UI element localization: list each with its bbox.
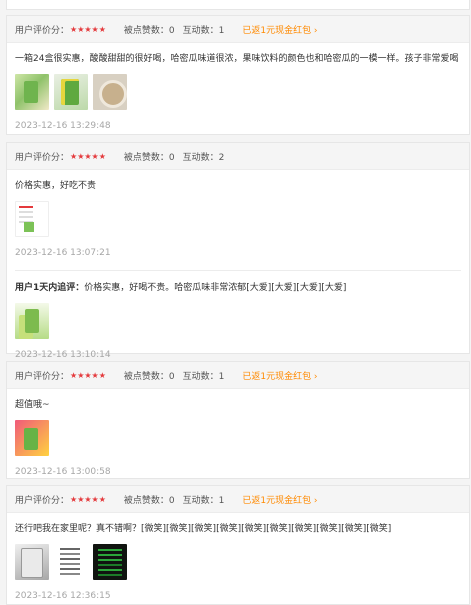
review-header: 用户评价分： ★★★★★ 被点赞数：0 互动数：2: [7, 143, 469, 170]
review-date: 2023-12-16 12:36:15: [15, 591, 111, 601]
rating-label: 用户评价分：: [15, 495, 70, 506]
like-count: 被点赞数：0: [123, 371, 175, 382]
followup-review: 用户1天内追评：价格实惠，好喝不贵。哈密瓜味非常浓郁[大爱][大爱][大爱][大…: [15, 281, 461, 295]
rating-label: 用户评价分：: [15, 152, 70, 163]
review-date: 2023-12-16 13:07:21: [15, 248, 111, 258]
review-date: 2023-12-16 13:29:48: [15, 121, 111, 131]
review-header: 用户评价分： ★★★★★ 被点赞数：0 互动数：1 已返1元现金红包 ›: [7, 16, 469, 43]
review-text: 还行吧我在家里呢？真不错啊？[微笑][微笑][微笑][微笑][微笑][微笑][微…: [15, 524, 392, 534]
review-images: [15, 420, 461, 456]
review-header: 用户评价分： ★★★★★ 被点赞数：0 互动数：1 已返1元现金红包 ›: [7, 486, 469, 513]
review-card: 用户评价分： ★★★★★ 被点赞数：0 互动数：1 已返1元现金红包 › 超值哦…: [6, 361, 470, 479]
review-image[interactable]: [54, 544, 88, 580]
followup-title: 用户1天内追评：: [15, 283, 85, 293]
review-card: 用户评价分： ★★★★★ 被点赞数：0 互动数：2 价格实惠，好吃不贵 2023…: [6, 142, 470, 360]
review-image[interactable]: [93, 544, 127, 580]
star-rating-icon: ★★★★★: [70, 494, 106, 504]
cashback-link[interactable]: 已返1元现金红包 ›: [242, 369, 317, 382]
star-rating-icon: ★★★★★: [70, 24, 106, 34]
divider: [15, 270, 461, 271]
like-count: 被点赞数：0: [123, 495, 175, 506]
review-image[interactable]: [15, 420, 49, 456]
review-image[interactable]: [93, 74, 127, 110]
review-text: 一箱24盒很实惠，酸酸甜甜的很好喝，哈密瓜味道很浓，果味饮料的颜色也和哈密瓜的一…: [15, 54, 459, 64]
review-image[interactable]: [15, 544, 49, 580]
like-count: 被点赞数：0: [123, 25, 175, 36]
cashback-link[interactable]: 已返1元现金红包 ›: [242, 23, 317, 36]
review-images: [15, 544, 461, 580]
interaction-count: 互动数：1: [182, 371, 225, 382]
rating-label: 用户评价分：: [15, 371, 70, 382]
interaction-count: 互动数：1: [182, 25, 225, 36]
rating-label: 用户评价分：: [15, 25, 70, 36]
review-image[interactable]: [54, 74, 88, 110]
followup-date: 2023-12-16 13:10:14: [15, 350, 111, 360]
followup-text: 价格实惠，好喝不贵。哈密瓜味非常浓郁[大爱][大爱][大爱][大爱]: [84, 283, 347, 293]
review-image[interactable]: [15, 201, 49, 237]
followup-images: [15, 303, 461, 339]
interaction-count: 互动数：1: [182, 495, 225, 506]
cashback-link[interactable]: 已返1元现金红包 ›: [242, 493, 317, 506]
review-card: 用户评价分： ★★★★★ 被点赞数：0 互动数：1 已返1元现金红包 › 还行吧…: [6, 485, 470, 605]
review-card: 用户评价分： ★★★★★ 被点赞数：0 互动数：1 已返1元现金红包 › 一箱2…: [6, 15, 470, 135]
review-image[interactable]: [15, 303, 49, 339]
review-header: 用户评价分： ★★★★★ 被点赞数：0 互动数：1 已返1元现金红包 ›: [7, 362, 469, 389]
review-images: [15, 74, 461, 110]
like-count: 被点赞数：0: [123, 152, 175, 163]
review-images: [15, 201, 461, 237]
review-image[interactable]: [15, 74, 49, 110]
review-text: 价格实惠，好吃不贵: [15, 181, 97, 191]
interaction-count: 互动数：2: [182, 152, 225, 163]
previous-review-bottom: [6, 0, 470, 10]
review-text: 超值哦~: [15, 400, 50, 410]
star-rating-icon: ★★★★★: [70, 370, 106, 380]
star-rating-icon: ★★★★★: [70, 151, 106, 161]
review-date: 2023-12-16 13:00:58: [15, 467, 111, 477]
